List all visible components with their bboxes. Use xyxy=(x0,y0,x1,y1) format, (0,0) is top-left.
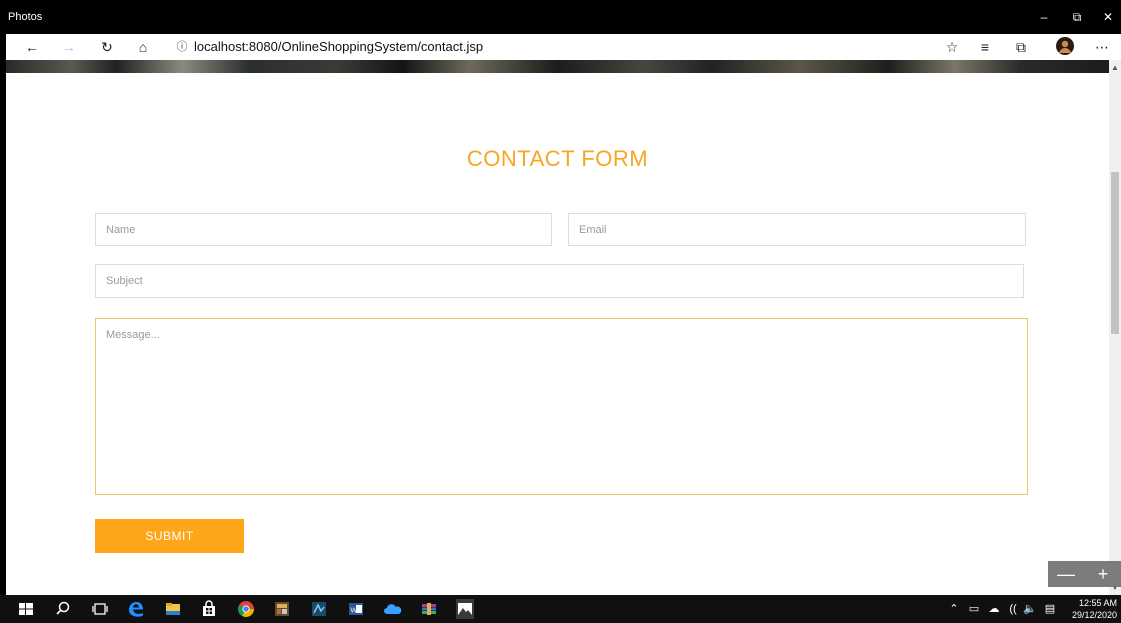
close-button[interactable]: ✕ xyxy=(1091,6,1121,28)
search-icon[interactable] xyxy=(53,599,73,619)
favorite-star-icon[interactable]: ☆ xyxy=(942,37,962,57)
hero-image xyxy=(6,60,1109,73)
subject-input[interactable] xyxy=(95,264,1024,298)
minimize-button[interactable]: – xyxy=(1027,6,1061,28)
back-arrow-icon[interactable]: ← xyxy=(22,37,42,57)
page-scrollbar[interactable]: ▲ ▼ xyxy=(1109,60,1121,595)
wifi-icon[interactable]: (( xyxy=(1005,601,1021,617)
task-view-icon[interactable] xyxy=(90,599,110,619)
winrar-icon[interactable] xyxy=(419,599,439,619)
browser-toolbar: ← → ↻ ⌂ ⓘ localhost:8080/OnlineShoppingS… xyxy=(6,34,1121,60)
onedrive-icon[interactable] xyxy=(382,599,402,619)
database-workbench-icon[interactable] xyxy=(309,599,329,619)
network-icon[interactable]: ▭ xyxy=(966,601,982,617)
zoom-out-button[interactable]: — xyxy=(1048,561,1084,587)
word-icon[interactable]: W xyxy=(346,599,366,619)
clock-date: 29/12/2020 xyxy=(1071,610,1117,620)
svg-text:W: W xyxy=(351,608,358,615)
action-center-icon[interactable]: ▤ xyxy=(1042,601,1058,617)
web-page: CONTACT FORM SUBMIT ▲ ▼ xyxy=(6,60,1121,595)
file-explorer-icon[interactable] xyxy=(163,599,183,619)
system-clock[interactable]: 12:55 AM 29/12/2020 xyxy=(1059,597,1117,621)
scroll-up-arrow-icon[interactable]: ▲ xyxy=(1111,64,1119,72)
refresh-icon[interactable]: ↻ xyxy=(97,37,117,57)
scroll-thumb[interactable] xyxy=(1111,172,1119,334)
forward-arrow-icon[interactable]: → xyxy=(59,37,79,57)
profile-avatar-icon[interactable] xyxy=(1055,37,1075,57)
chrome-icon[interactable] xyxy=(236,599,256,619)
collections-icon[interactable]: ⧉ xyxy=(1011,37,1031,57)
page-title: CONTACT FORM xyxy=(466,146,649,171)
app-icon[interactable] xyxy=(272,599,292,619)
show-hidden-icons-icon[interactable]: ⌃ xyxy=(947,601,961,617)
more-menu-icon[interactable]: ⋯ xyxy=(1092,37,1112,57)
home-icon[interactable]: ⌂ xyxy=(133,37,153,57)
app-title: Photos xyxy=(8,11,43,23)
clock-time: 12:55 AM xyxy=(1078,598,1117,608)
info-icon[interactable]: ⓘ xyxy=(174,37,190,57)
favorites-list-icon[interactable]: ≡ xyxy=(975,37,995,57)
name-input[interactable] xyxy=(95,213,552,246)
onedrive-tray-icon[interactable]: ☁ xyxy=(986,601,1002,617)
zoom-control: — + xyxy=(1048,561,1121,587)
message-textarea[interactable] xyxy=(95,318,1028,495)
restore-button[interactable]: ⧉ xyxy=(1060,6,1094,28)
volume-icon[interactable]: 🔈 xyxy=(1022,601,1038,617)
edge-browser-icon[interactable] xyxy=(126,599,146,619)
windows-start-icon[interactable] xyxy=(16,599,36,619)
email-input[interactable] xyxy=(568,213,1026,246)
photos-window: Photos – ⧉ ✕ ← → ↻ ⌂ ⓘ localhost:8080/On… xyxy=(0,0,1121,623)
store-icon[interactable] xyxy=(199,599,219,619)
title-bar: Photos – ⧉ ✕ xyxy=(0,0,1121,34)
photos-icon[interactable] xyxy=(455,599,475,619)
address-bar[interactable]: localhost:8080/OnlineShoppingSystem/cont… xyxy=(194,39,483,54)
taskbar: W ⌃ ▭ ☁ (( 🔈 ▤ 12:55 AM 29/12/2020 xyxy=(0,595,1121,623)
submit-button[interactable]: SUBMIT xyxy=(95,519,244,553)
zoom-in-button[interactable]: + xyxy=(1085,561,1121,587)
